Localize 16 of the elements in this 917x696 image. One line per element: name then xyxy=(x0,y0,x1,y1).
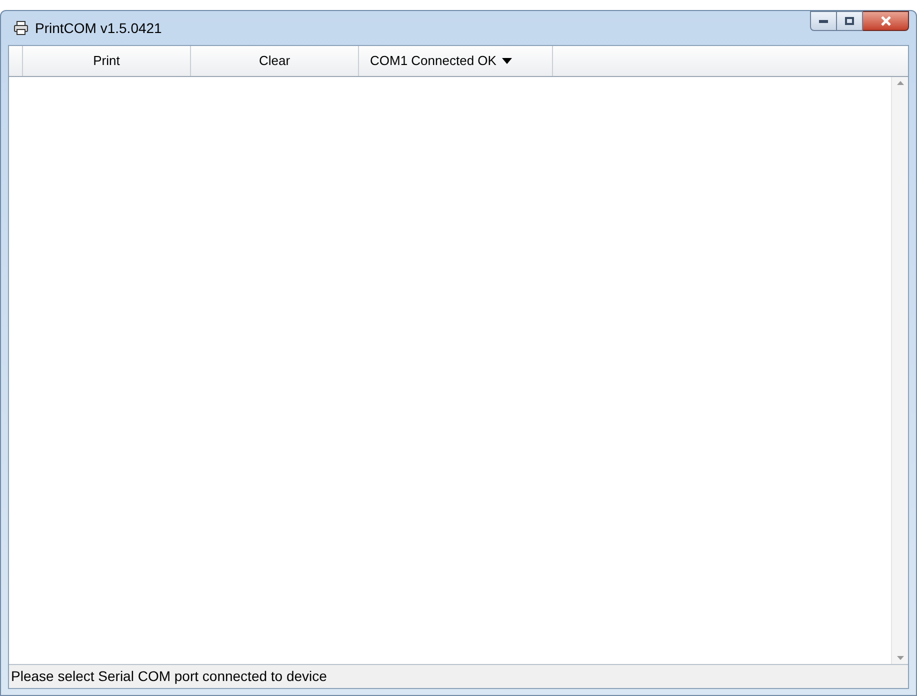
close-button[interactable] xyxy=(863,11,909,31)
close-icon xyxy=(880,16,892,26)
maximize-icon xyxy=(845,17,854,25)
caret-icon xyxy=(502,58,512,64)
maximize-button[interactable] xyxy=(837,11,863,31)
scrollbar[interactable] xyxy=(891,77,908,664)
printer-icon xyxy=(13,20,29,36)
minimize-icon xyxy=(819,20,828,22)
window-title: PrintCOM v1.5.0421 xyxy=(35,18,162,38)
down-arrow-icon xyxy=(896,656,904,660)
toolbar-button[interactable]: Clear xyxy=(190,46,358,76)
status-text: Please select Serial COM port connected to device xyxy=(10,667,327,686)
up-arrow-icon xyxy=(896,81,904,85)
minimize-button[interactable] xyxy=(810,11,837,31)
toolbar-button[interactable]: Print xyxy=(22,46,190,76)
port-dropdown[interactable]: COM1 Connected OK xyxy=(358,46,553,76)
